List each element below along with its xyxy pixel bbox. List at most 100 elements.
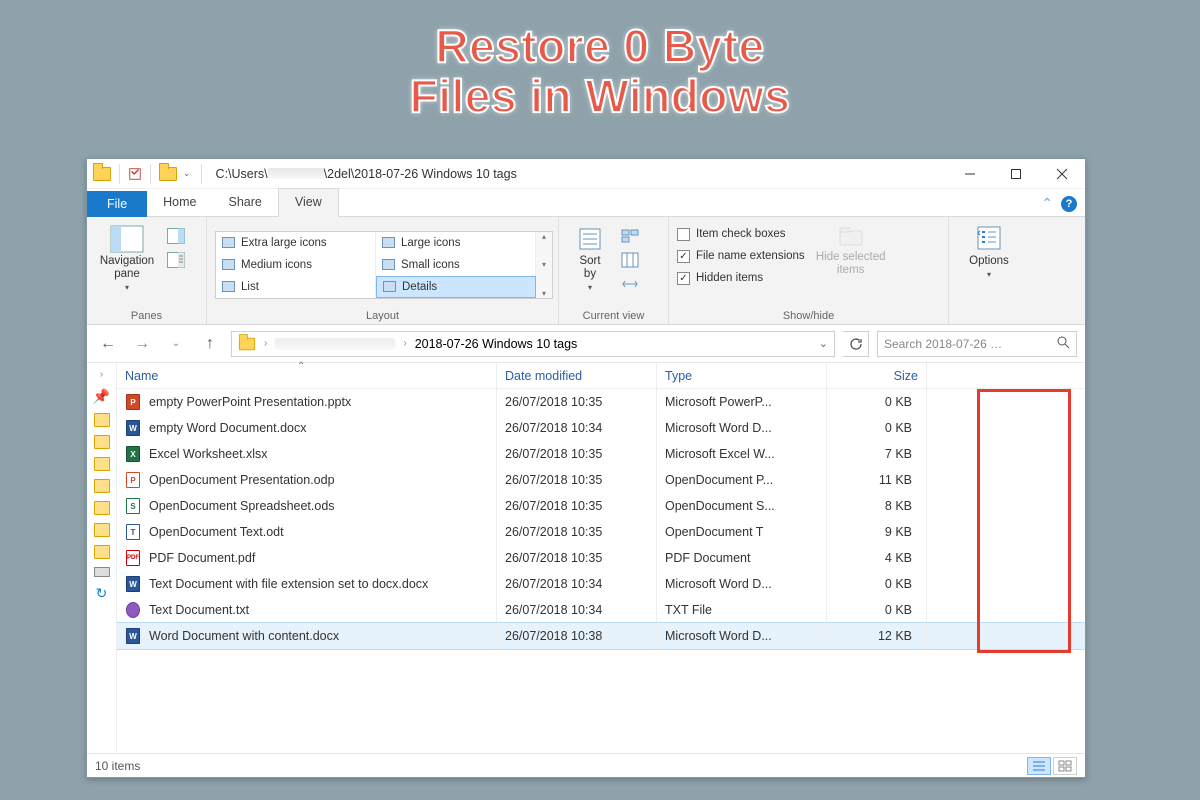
up-button[interactable]: ↑	[197, 331, 223, 357]
column-size[interactable]: Size	[827, 363, 927, 388]
file-type-icon: X	[125, 446, 141, 462]
file-type: PDF Document	[657, 545, 827, 571]
navigation-pane-button[interactable]: Navigation pane ▾	[95, 221, 159, 292]
file-row[interactable]: POpenDocument Presentation.odp26/07/2018…	[117, 467, 1085, 493]
file-type-icon: S	[125, 498, 141, 514]
minimize-button[interactable]	[947, 159, 993, 189]
file-size: 0 KB	[827, 571, 927, 597]
tab-file[interactable]: File	[87, 191, 147, 217]
nav-onedrive-icon[interactable]: ↻	[96, 585, 108, 602]
qat-properties-icon[interactable]	[128, 167, 142, 181]
file-list: ⌃ Name Date modified Type Size Pempty Po…	[117, 363, 1085, 753]
nav-folder-icon[interactable]	[94, 435, 110, 449]
close-button[interactable]	[1039, 159, 1085, 189]
file-date: 26/07/2018 10:34	[497, 415, 657, 441]
layout-details[interactable]: Details	[376, 276, 536, 298]
group-label-show-hide: Show/hide	[677, 308, 940, 322]
file-row[interactable]: WWord Document with content.docx26/07/20…	[117, 623, 1085, 649]
file-name: Text Document.txt	[149, 603, 249, 617]
file-name: Excel Worksheet.xlsx	[149, 447, 268, 461]
size-columns-button[interactable]	[619, 273, 641, 295]
nav-folder-icon[interactable]	[94, 545, 110, 559]
search-input[interactable]: Search 2018-07-26 …	[877, 331, 1077, 357]
file-row[interactable]: PDFPDF Document.pdf26/07/2018 10:35PDF D…	[117, 545, 1085, 571]
layout-extra-large-icons[interactable]: Extra large icons	[216, 232, 376, 254]
sort-by-button[interactable]: Sort by ▾	[567, 221, 613, 292]
file-name: OpenDocument Text.odt	[149, 525, 284, 539]
breadcrumb-dropdown-icon[interactable]: ⌄	[819, 337, 828, 350]
column-name[interactable]: Name	[117, 363, 497, 388]
layout-list[interactable]: List	[216, 276, 376, 298]
options-button[interactable]: Options ▾	[957, 221, 1021, 279]
collapse-ribbon-icon[interactable]: ⌃	[1041, 195, 1053, 212]
navigation-pane[interactable]: › 📌 ↻	[87, 363, 117, 753]
back-button[interactable]: ←	[95, 331, 121, 357]
group-label-current-view: Current view	[567, 308, 660, 322]
status-bar: 10 items	[87, 753, 1085, 777]
file-date: 26/07/2018 10:35	[497, 389, 657, 415]
group-label-layout: Layout	[215, 308, 550, 322]
refresh-button[interactable]	[843, 331, 869, 357]
file-type-icon: PDF	[125, 550, 141, 566]
layout-small-icons[interactable]: Small icons	[376, 254, 536, 276]
file-row[interactable]: WText Document with file extension set t…	[117, 571, 1085, 597]
nav-folder-icon[interactable]	[94, 413, 110, 427]
file-type-icon: W	[125, 420, 141, 436]
layout-gallery[interactable]: Extra large icons Large icons ▴▾▾ Medium…	[215, 231, 553, 299]
quick-access-icon[interactable]: 📌	[93, 388, 110, 405]
breadcrumb-current[interactable]: 2018-07-26 Windows 10 tags	[415, 337, 578, 351]
help-icon[interactable]: ?	[1061, 196, 1077, 212]
nav-expand-icon[interactable]: ›	[100, 369, 103, 380]
layout-medium-icons[interactable]: Medium icons	[216, 254, 376, 276]
nav-folder-icon[interactable]	[94, 523, 110, 537]
add-columns-button[interactable]	[619, 249, 641, 271]
file-type: Microsoft Word D...	[657, 415, 827, 441]
file-row[interactable]: XExcel Worksheet.xlsx26/07/2018 10:35Mic…	[117, 441, 1085, 467]
ribbon-tabs: File Home Share View ⌃ ?	[87, 189, 1085, 217]
column-type[interactable]: Type	[657, 363, 827, 388]
view-icons-button[interactable]	[1053, 757, 1077, 775]
tab-share[interactable]: Share	[213, 189, 278, 216]
nav-folder-icon[interactable]	[94, 501, 110, 515]
tab-view[interactable]: View	[278, 188, 339, 217]
file-extensions-toggle[interactable]: ✓File name extensions	[677, 245, 805, 267]
hero-title: Restore 0 Byte Files in Windows	[0, 0, 1200, 121]
file-size: 0 KB	[827, 389, 927, 415]
layout-large-icons[interactable]: Large icons	[376, 232, 536, 254]
qat-dropdown-icon[interactable]: ⌄	[181, 168, 193, 179]
file-row[interactable]: Wempty Word Document.docx 26/07/2018 10:3…	[117, 415, 1085, 441]
qat-folder-icon[interactable]	[159, 167, 177, 181]
nav-drive-icon[interactable]	[94, 567, 110, 577]
file-row[interactable]: Text Document.txt26/07/2018 10:34TXT Fil…	[117, 597, 1085, 623]
breadcrumb-folder-icon	[239, 337, 255, 350]
nav-folder-icon[interactable]	[94, 479, 110, 493]
file-row[interactable]: Pempty PowerPoint Presentation.pptx26/07…	[117, 389, 1085, 415]
tab-home[interactable]: Home	[147, 189, 212, 216]
column-date[interactable]: Date modified	[497, 363, 657, 388]
file-size: 12 KB	[827, 623, 927, 649]
preview-pane-button[interactable]	[165, 225, 187, 247]
breadcrumb[interactable]: › › 2018-07-26 Windows 10 tags ⌄	[231, 331, 835, 357]
nav-folder-icon[interactable]	[94, 457, 110, 471]
file-name: empty Word Document.docx	[149, 421, 306, 435]
ribbon-view: Navigation pane ▾ Panes Extra large icon…	[87, 217, 1085, 325]
file-row[interactable]: SOpenDocument Spreadsheet.ods26/07/2018 …	[117, 493, 1085, 519]
hidden-items-toggle[interactable]: ✓Hidden items	[677, 267, 805, 289]
view-details-button[interactable]	[1027, 757, 1051, 775]
file-type-icon	[125, 602, 141, 618]
details-pane-button[interactable]	[165, 249, 187, 271]
recent-locations-button[interactable]: ⌄	[163, 331, 189, 357]
file-row[interactable]: TOpenDocument Text.odt26/07/2018 10:35Op…	[117, 519, 1085, 545]
file-name: OpenDocument Presentation.odp	[149, 473, 335, 487]
file-type: OpenDocument S...	[657, 493, 827, 519]
maximize-button[interactable]	[993, 159, 1039, 189]
hide-selected-button: Hide selected items	[811, 221, 891, 277]
file-type: Microsoft Word D...	[657, 571, 827, 597]
column-headers: ⌃ Name Date modified Type Size	[117, 363, 1085, 389]
forward-button: →	[129, 331, 155, 357]
group-by-button[interactable]	[619, 225, 641, 247]
file-type: Microsoft PowerP...	[657, 389, 827, 415]
item-checkboxes-toggle[interactable]: Item check boxes	[677, 223, 805, 245]
file-type: TXT File	[657, 597, 827, 623]
layout-gallery-scroll[interactable]: ▴▾▾	[536, 232, 552, 298]
